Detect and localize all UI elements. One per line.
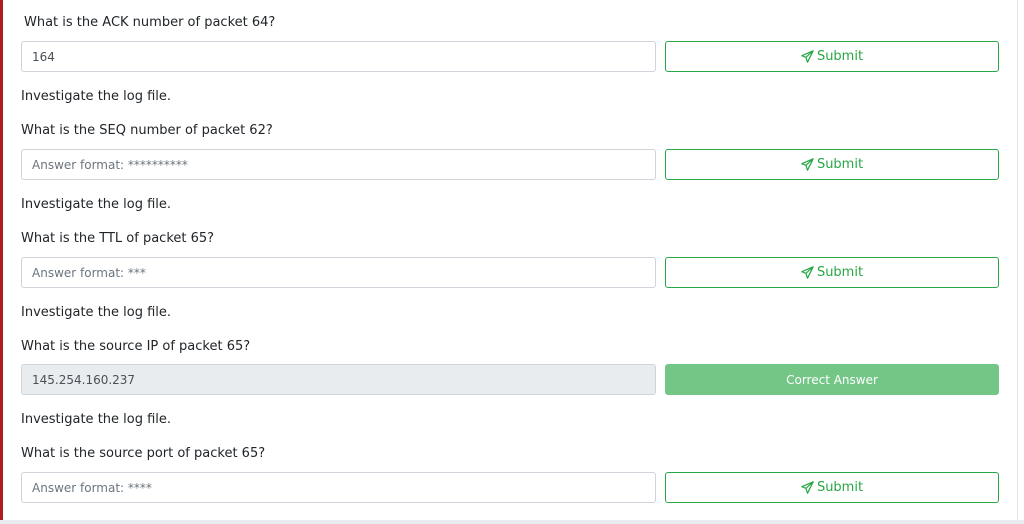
- hint-text: Investigate the log file.: [21, 197, 172, 212]
- submit-button-label: Submit: [816, 480, 864, 495]
- submit-button[interactable]: Submit: [665, 41, 999, 72]
- question-panel: What is the ACK number of packet 64? Sub…: [0, 0, 1024, 524]
- submit-button-label: Submit: [816, 157, 864, 172]
- paper-plane-icon: [801, 266, 814, 279]
- submit-button[interactable]: Submit: [665, 472, 999, 503]
- answer-input[interactable]: [21, 257, 656, 288]
- answer-input[interactable]: [21, 472, 656, 503]
- hint-text: Investigate the log file.: [21, 412, 172, 427]
- panel-bottom-border: [0, 520, 1024, 524]
- question-text: What is the source port of packet 65?: [21, 446, 266, 461]
- submit-button[interactable]: Submit: [665, 257, 999, 288]
- paper-plane-icon: [801, 481, 814, 494]
- answer-input-correct: [21, 364, 656, 395]
- correct-answer-label: Correct Answer: [786, 372, 878, 387]
- correct-answer-button: Correct Answer: [665, 364, 999, 395]
- submit-button-label: Submit: [816, 49, 864, 64]
- question-text: What is the source IP of packet 65?: [21, 339, 251, 354]
- left-accent-bar: [0, 0, 3, 520]
- answer-input[interactable]: [21, 41, 656, 72]
- paper-plane-icon: [801, 50, 814, 63]
- panel-border: [1017, 0, 1018, 520]
- submit-button-label: Submit: [816, 265, 864, 280]
- question-text: What is the TTL of packet 65?: [21, 231, 215, 246]
- hint-text: Investigate the log file.: [21, 89, 172, 104]
- question-text: What is the SEQ number of packet 62?: [21, 123, 273, 138]
- question-text: What is the ACK number of packet 64?: [24, 15, 276, 30]
- hint-text: Investigate the log file.: [21, 305, 172, 320]
- paper-plane-icon: [801, 158, 814, 171]
- submit-button[interactable]: Submit: [665, 149, 999, 180]
- answer-input[interactable]: [21, 149, 656, 180]
